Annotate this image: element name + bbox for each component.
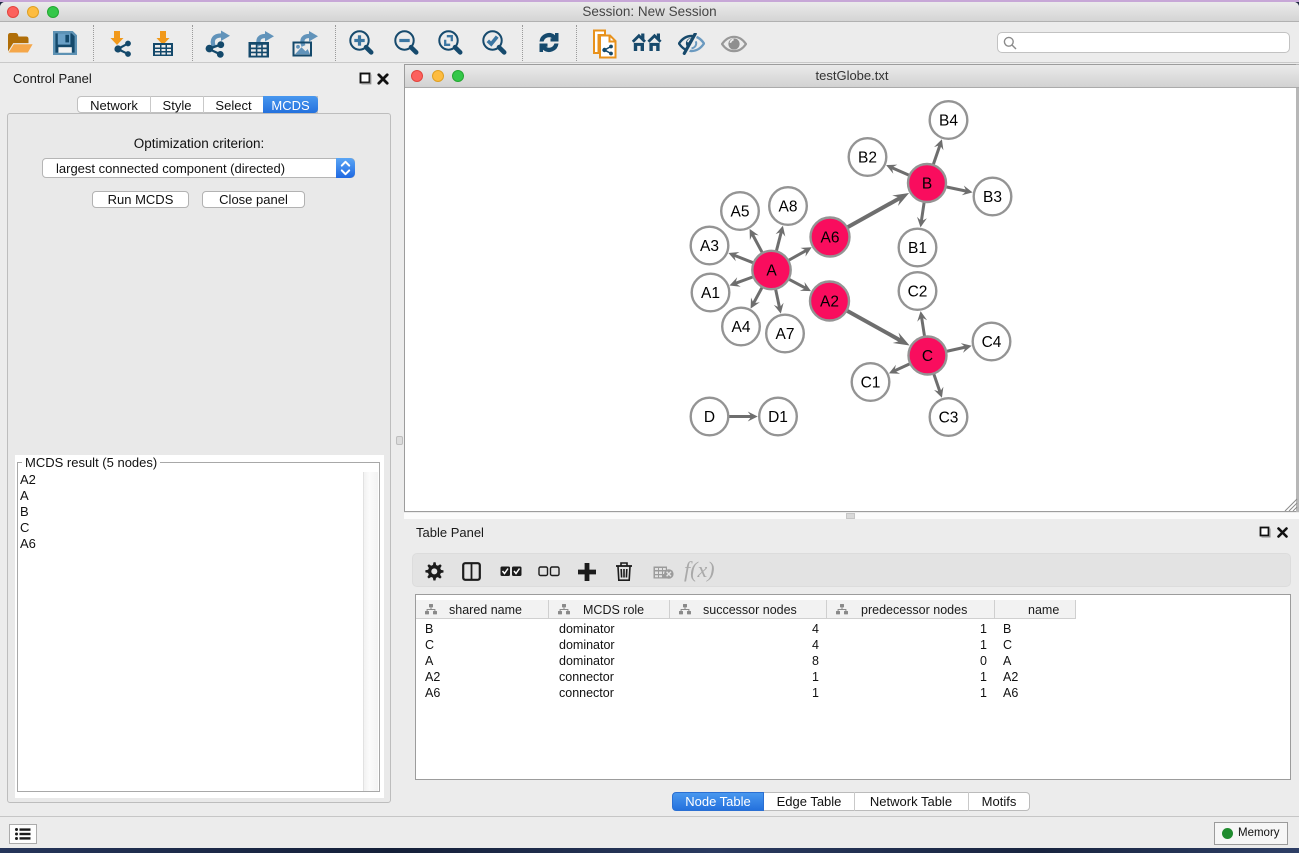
svg-text:B3: B3 xyxy=(983,189,1002,206)
svg-text:C1: C1 xyxy=(861,375,881,392)
svg-text:C2: C2 xyxy=(908,284,928,301)
svg-text:C3: C3 xyxy=(939,410,959,427)
svg-text:B4: B4 xyxy=(939,113,958,130)
svg-text:D: D xyxy=(704,409,715,426)
svg-text:D1: D1 xyxy=(768,409,788,426)
svg-text:C: C xyxy=(922,348,933,365)
svg-text:B: B xyxy=(922,176,932,193)
svg-text:B2: B2 xyxy=(858,150,877,167)
svg-text:A2: A2 xyxy=(820,294,839,311)
svg-text:A: A xyxy=(766,263,777,280)
svg-text:C4: C4 xyxy=(982,334,1002,351)
svg-text:A4: A4 xyxy=(732,319,751,336)
svg-text:B1: B1 xyxy=(908,240,927,257)
svg-text:A5: A5 xyxy=(731,204,750,221)
svg-text:A1: A1 xyxy=(701,285,720,302)
svg-text:A8: A8 xyxy=(779,199,798,216)
svg-text:A7: A7 xyxy=(776,326,795,343)
svg-text:A3: A3 xyxy=(700,238,719,255)
svg-text:A6: A6 xyxy=(821,230,840,247)
